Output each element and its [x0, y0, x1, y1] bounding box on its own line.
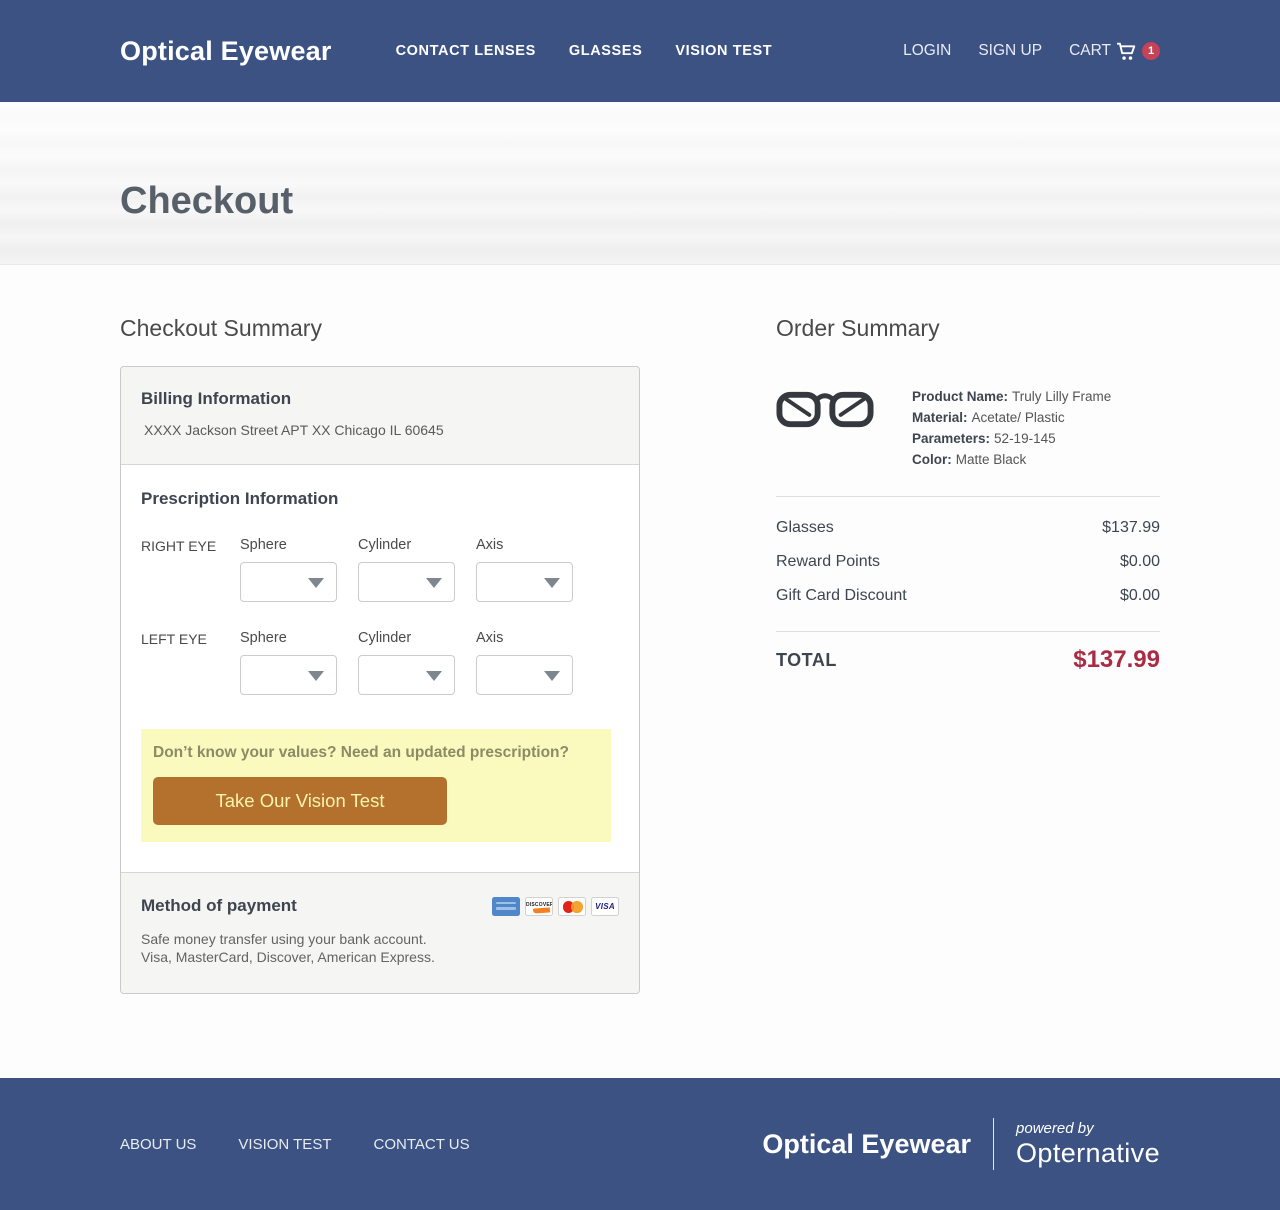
left-eye-sphere-field: Sphere [240, 630, 337, 695]
right-eye-axis-field: Axis [476, 537, 573, 602]
cart-button[interactable]: CART 1 [1069, 42, 1160, 61]
left-eye-axis-field: Axis [476, 630, 573, 695]
page-footer: ABOUT US VISION TEST CONTACT US Optical … [0, 1078, 1280, 1210]
right-eye-label: RIGHT EYE [141, 538, 217, 554]
opternative-logo: Opternative [1016, 1137, 1160, 1168]
page-title: Checkout [120, 180, 294, 222]
cylinder-label: Cylinder [358, 630, 412, 646]
left-eye-label: LEFT EYE [141, 631, 207, 647]
product-summary: Product Name: Truly Lilly Frame Material:… [776, 386, 1160, 470]
prescription-section: Prescription Information RIGHT EYE Spher… [121, 465, 639, 872]
order-divider-bottom [776, 631, 1160, 632]
billing-information-section: Billing Information XXXX Jackson Street … [121, 367, 639, 465]
checkout-panel: Billing Information XXXX Jackson Street … [120, 366, 640, 995]
left-eye-cylinder-field: Cylinder [358, 630, 455, 695]
nav-contact-lenses[interactable]: CONTACT LENSES [396, 43, 536, 59]
sphere-label: Sphere [240, 537, 287, 553]
powered-by-block: powered by Opternative [1016, 1120, 1160, 1169]
order-summary-column: Order Summary Product Name: Truly Lilly F… [776, 315, 1160, 674]
order-line-reward-points: Reward Points $0.00 [776, 553, 1160, 570]
visa-icon: VISA [591, 896, 619, 916]
powered-by-label: powered by [1016, 1119, 1094, 1137]
left-eye-axis-select[interactable] [476, 655, 573, 695]
left-eye-cylinder-select[interactable] [358, 655, 455, 695]
nav-vision-test[interactable]: VISION TEST [675, 43, 772, 59]
right-eye-cylinder-field: Cylinder [358, 537, 455, 602]
product-color-row: Color: Matte Black [912, 452, 1027, 467]
payment-line-2: Visa, MasterCard, Discover, American Exp… [141, 949, 435, 966]
discover-icon: DISCOVER [525, 896, 553, 916]
accepted-cards: DISCOVER VISA [492, 896, 619, 916]
order-line-glasses: Glasses $137.99 [776, 519, 1160, 536]
product-name-row: Product Name: Truly Lilly Frame [912, 389, 1112, 404]
billing-heading: Billing Information [141, 389, 292, 408]
footer-brand-logo: Optical Eyewear [762, 1128, 972, 1159]
right-eye-sphere-field: Sphere [240, 537, 337, 602]
account-nav: LOGIN SIGN UP CART 1 [903, 42, 1160, 61]
checkout-summary-heading: Checkout Summary [120, 315, 322, 341]
left-eye-sphere-select[interactable] [240, 655, 337, 695]
nav-glasses[interactable]: GLASSES [569, 43, 643, 59]
total-value: $137.99 [1073, 646, 1160, 673]
brand-logo[interactable]: Optical Eyewear [120, 36, 332, 67]
vision-test-callout: Don’t know your values? Need an updated … [141, 729, 611, 842]
primary-nav: CONTACT LENSES GLASSES VISION TEST [396, 43, 773, 59]
payment-line-1: Safe money transfer using your bank acco… [141, 931, 427, 947]
order-divider-top [776, 496, 1160, 497]
right-eye-sphere-select[interactable] [240, 562, 337, 602]
page-hero: Checkout [0, 102, 1280, 265]
footer-divider [993, 1118, 995, 1171]
payment-method-section: Method of payment DISCOVER VISA Safe mon… [121, 872, 639, 994]
top-navbar: Optical Eyewear CONTACT LENSES GLASSES V… [0, 0, 1280, 102]
left-eye-row: LEFT EYE Sphere Cylinder Axis [141, 630, 619, 695]
sphere-label: Sphere [240, 630, 287, 646]
take-vision-test-button[interactable]: Take Our Vision Test [153, 777, 447, 825]
cart-count-badge: 1 [1142, 42, 1160, 60]
footer-contact-us[interactable]: CONTACT US [373, 1136, 469, 1153]
signup-link[interactable]: SIGN UP [978, 42, 1042, 60]
main-content: Checkout Summary Billing Information XXX… [120, 265, 1160, 1078]
cart-icon [1117, 42, 1136, 60]
american-express-icon [492, 896, 520, 916]
axis-label: Axis [476, 537, 504, 553]
billing-address: XXXX Jackson Street APT XX Chicago IL 60… [144, 422, 444, 438]
payment-heading: Method of payment [141, 896, 297, 915]
payment-description: Safe money transfer using your bank acco… [141, 930, 619, 966]
footer-nav: ABOUT US VISION TEST CONTACT US [120, 1136, 470, 1153]
cart-label: CART [1069, 42, 1111, 59]
right-eye-cylinder-select[interactable] [358, 562, 455, 602]
product-material-row: Material: Acetate/ Plastic [912, 410, 1065, 425]
vision-test-question: Don’t know your values? Need an updated … [153, 744, 569, 761]
cylinder-label: Cylinder [358, 537, 412, 553]
product-details: Product Name: Truly Lilly Frame Material:… [912, 386, 1111, 470]
order-line-gift-card-discount: Gift Card Discount $0.00 [776, 587, 1160, 604]
right-eye-row: RIGHT EYE Sphere Cylinder Axis [141, 537, 619, 602]
footer-brand-block: Optical Eyewear powered by Opternative [762, 1118, 1160, 1171]
right-eye-axis-select[interactable] [476, 562, 573, 602]
prescription-heading: Prescription Information [141, 489, 339, 508]
total-label: TOTAL [776, 649, 837, 670]
login-link[interactable]: LOGIN [903, 42, 951, 60]
axis-label: Axis [476, 630, 504, 646]
mastercard-icon [558, 896, 586, 916]
footer-vision-test[interactable]: VISION TEST [238, 1136, 331, 1153]
order-total-row: TOTAL $137.99 [776, 646, 1160, 674]
checkout-summary-column: Checkout Summary Billing Information XXX… [120, 315, 640, 995]
order-summary-heading: Order Summary [776, 315, 940, 341]
glasses-icon [776, 391, 874, 428]
footer-about-us[interactable]: ABOUT US [120, 1136, 196, 1153]
product-parameters-row: Parameters: 52-19-145 [912, 431, 1056, 446]
